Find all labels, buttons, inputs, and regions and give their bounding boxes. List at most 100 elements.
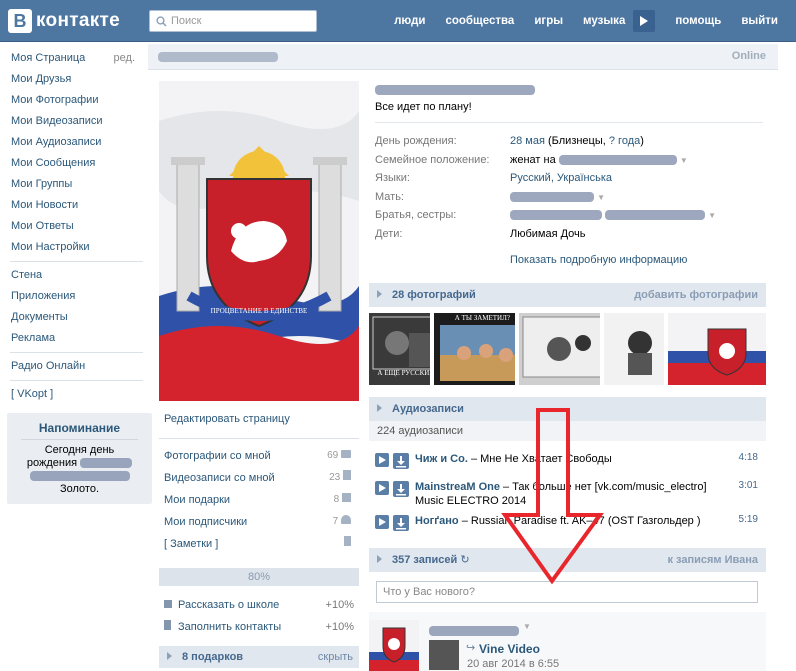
menu-settings[interactable]: Мои Настройки xyxy=(0,237,145,258)
menu-friends[interactable]: Мои Друзья xyxy=(0,69,145,90)
vk-logo[interactable]: В контакте xyxy=(8,9,120,33)
post-avatar[interactable] xyxy=(369,620,419,671)
track-duration: 5:19 xyxy=(738,514,758,525)
nav-music[interactable]: музыка xyxy=(583,15,625,27)
redacted-name xyxy=(375,85,535,95)
reply-icon: ↪ xyxy=(466,642,476,654)
redacted-name xyxy=(510,210,602,221)
refresh-icon[interactable]: ↻ xyxy=(460,554,469,566)
play-icon[interactable] xyxy=(375,481,389,495)
search-box[interactable] xyxy=(149,10,317,32)
chevron-down-icon[interactable]: ▼ xyxy=(523,622,531,631)
photo-caption: А ЕЩЁ РУССКИЕ xyxy=(377,369,430,377)
menu-wall[interactable]: Стена xyxy=(0,265,145,286)
info-family: Семейное положение: женат на ▼ xyxy=(375,153,688,166)
track-artist[interactable]: Чиж и Со. xyxy=(415,453,468,465)
photo-thumb[interactable]: А ТЫ ЗАМЕТИЛ? xyxy=(433,313,515,385)
menu-divider xyxy=(10,352,143,353)
nav-help[interactable]: помощь xyxy=(675,15,721,27)
download-icon[interactable] xyxy=(393,453,409,469)
post-avatar-image xyxy=(369,620,419,671)
edit-link[interactable]: ред. xyxy=(114,48,135,69)
to-wall-link[interactable]: к записям Ивана xyxy=(667,548,758,572)
gifts-header[interactable]: 8 подарков скрыть xyxy=(159,646,359,668)
search-input[interactable] xyxy=(171,15,311,27)
edit-page-link[interactable]: Редактировать страницу xyxy=(159,408,359,430)
info-languages: Языки: Русский, Українська xyxy=(375,172,613,184)
menu-audio[interactable]: Мои Аудиозаписи xyxy=(0,132,145,153)
task-school[interactable]: Рассказать о школе +10% xyxy=(159,594,359,616)
my-gifts-link[interactable]: Мои подарки 8 xyxy=(159,489,359,511)
menu-divider xyxy=(10,261,143,262)
photo-thumb[interactable]: А ЕЩЁ РУССКИЕ xyxy=(369,313,430,385)
profile-header: Online xyxy=(148,44,778,70)
menu-videos[interactable]: Мои Видеозаписи xyxy=(0,111,145,132)
redacted-name xyxy=(558,154,677,165)
menu-photos[interactable]: Мои Фотографии xyxy=(0,90,145,111)
photo-thumb[interactable] xyxy=(518,313,600,385)
photo-thumb[interactable] xyxy=(603,313,664,385)
download-icon[interactable] xyxy=(393,515,409,531)
profile-status[interactable]: Все идет по плану! xyxy=(375,101,769,113)
reminder-box: Напоминание Сегодня день рождения Золото… xyxy=(7,413,152,504)
chevron-down-icon[interactable]: ▼ xyxy=(680,156,688,165)
play-icon[interactable] xyxy=(375,515,389,529)
post-app-thumb[interactable] xyxy=(429,640,459,670)
menu-ads[interactable]: Реклама xyxy=(0,328,145,349)
play-icon[interactable] xyxy=(375,453,389,467)
redacted-name xyxy=(605,210,706,221)
nav-people[interactable]: люди xyxy=(394,15,425,27)
menu-label: Моя Страница xyxy=(11,52,86,64)
photos-strip: А ЕЩЁ РУССКИЕ А ТЫ ЗАМЕТИЛ? xyxy=(369,313,767,385)
top-nav: люди сообщества игры музыка помощь выйти xyxy=(374,0,778,42)
photo-image xyxy=(518,313,600,385)
play-icon xyxy=(640,16,649,26)
redacted-name xyxy=(510,191,594,202)
chevron-right-icon xyxy=(377,555,382,563)
top-bar: В контакте люди сообщества игры музыка п… xyxy=(0,0,796,42)
menu-answers[interactable]: Мои Ответы xyxy=(0,216,145,237)
wall-post-input[interactable] xyxy=(383,582,743,602)
nav-games[interactable]: игры xyxy=(534,15,563,27)
menu-apps[interactable]: Приложения xyxy=(0,286,145,307)
nav-logout[interactable]: выйти xyxy=(741,15,778,27)
left-menu: Моя Страница ред. Мои Друзья Мои Фотограф… xyxy=(0,48,152,504)
menu-messages[interactable]: Мои Сообщения xyxy=(0,153,145,174)
nav-communities[interactable]: сообщества xyxy=(445,15,514,27)
gift-icon xyxy=(342,493,351,502)
task-contacts[interactable]: Заполнить контакты +10% xyxy=(159,616,359,638)
play-button[interactable] xyxy=(633,10,656,32)
wall-post: ▼ ↪ Vine Video 20 авг 2014 в 6:55 xyxy=(369,612,766,671)
menu-vkopt[interactable]: [ VKopt ] xyxy=(0,384,145,405)
menu-groups[interactable]: Мои Группы xyxy=(0,174,145,195)
camera-icon xyxy=(341,450,351,458)
videos-with-me-link[interactable]: Видеозаписи со мной 23 xyxy=(159,467,359,489)
chevron-right-icon xyxy=(167,652,172,660)
hide-gifts-link[interactable]: скрыть xyxy=(318,646,353,668)
redacted-name xyxy=(80,458,133,469)
post-app-name[interactable]: Vine Video xyxy=(479,642,540,656)
photos-header[interactable]: 28 фотографий добавить фотографии xyxy=(369,283,766,307)
track-artist[interactable]: MainstreaM One xyxy=(415,481,500,493)
search-icon xyxy=(156,15,167,27)
menu-docs[interactable]: Документы xyxy=(0,307,145,328)
lock-icon xyxy=(164,600,172,608)
profile-avatar[interactable]: ПРОЦВЕТАНИЕ В ЕДИНСТВЕ xyxy=(159,81,359,401)
my-followers-link[interactable]: Мои подписчики 7 xyxy=(159,511,359,533)
photos-with-me-link[interactable]: Фотографии со мной 69 xyxy=(159,445,359,467)
notes-link[interactable]: [ Заметки ] xyxy=(159,533,359,555)
add-photos-link[interactable]: добавить фотографии xyxy=(634,283,758,307)
post-date[interactable]: 20 авг 2014 в 6:55 xyxy=(467,658,559,670)
download-icon[interactable] xyxy=(393,481,409,497)
show-more-info-link[interactable]: Показать подробную информацию xyxy=(510,251,687,270)
info-siblings: Братья, сестры: ▼ xyxy=(375,209,717,221)
photo-thumb[interactable] xyxy=(667,313,767,385)
menu-my-page[interactable]: Моя Страница ред. xyxy=(0,48,145,69)
chevron-down-icon[interactable]: ▼ xyxy=(708,211,716,220)
note-icon xyxy=(344,536,351,546)
chevron-right-icon xyxy=(377,290,382,298)
menu-news[interactable]: Мои Новости xyxy=(0,195,145,216)
chevron-down-icon[interactable]: ▼ xyxy=(597,193,605,202)
track-artist[interactable]: Ногґано xyxy=(415,515,459,527)
menu-radio[interactable]: Радио Онлайн xyxy=(0,356,145,377)
